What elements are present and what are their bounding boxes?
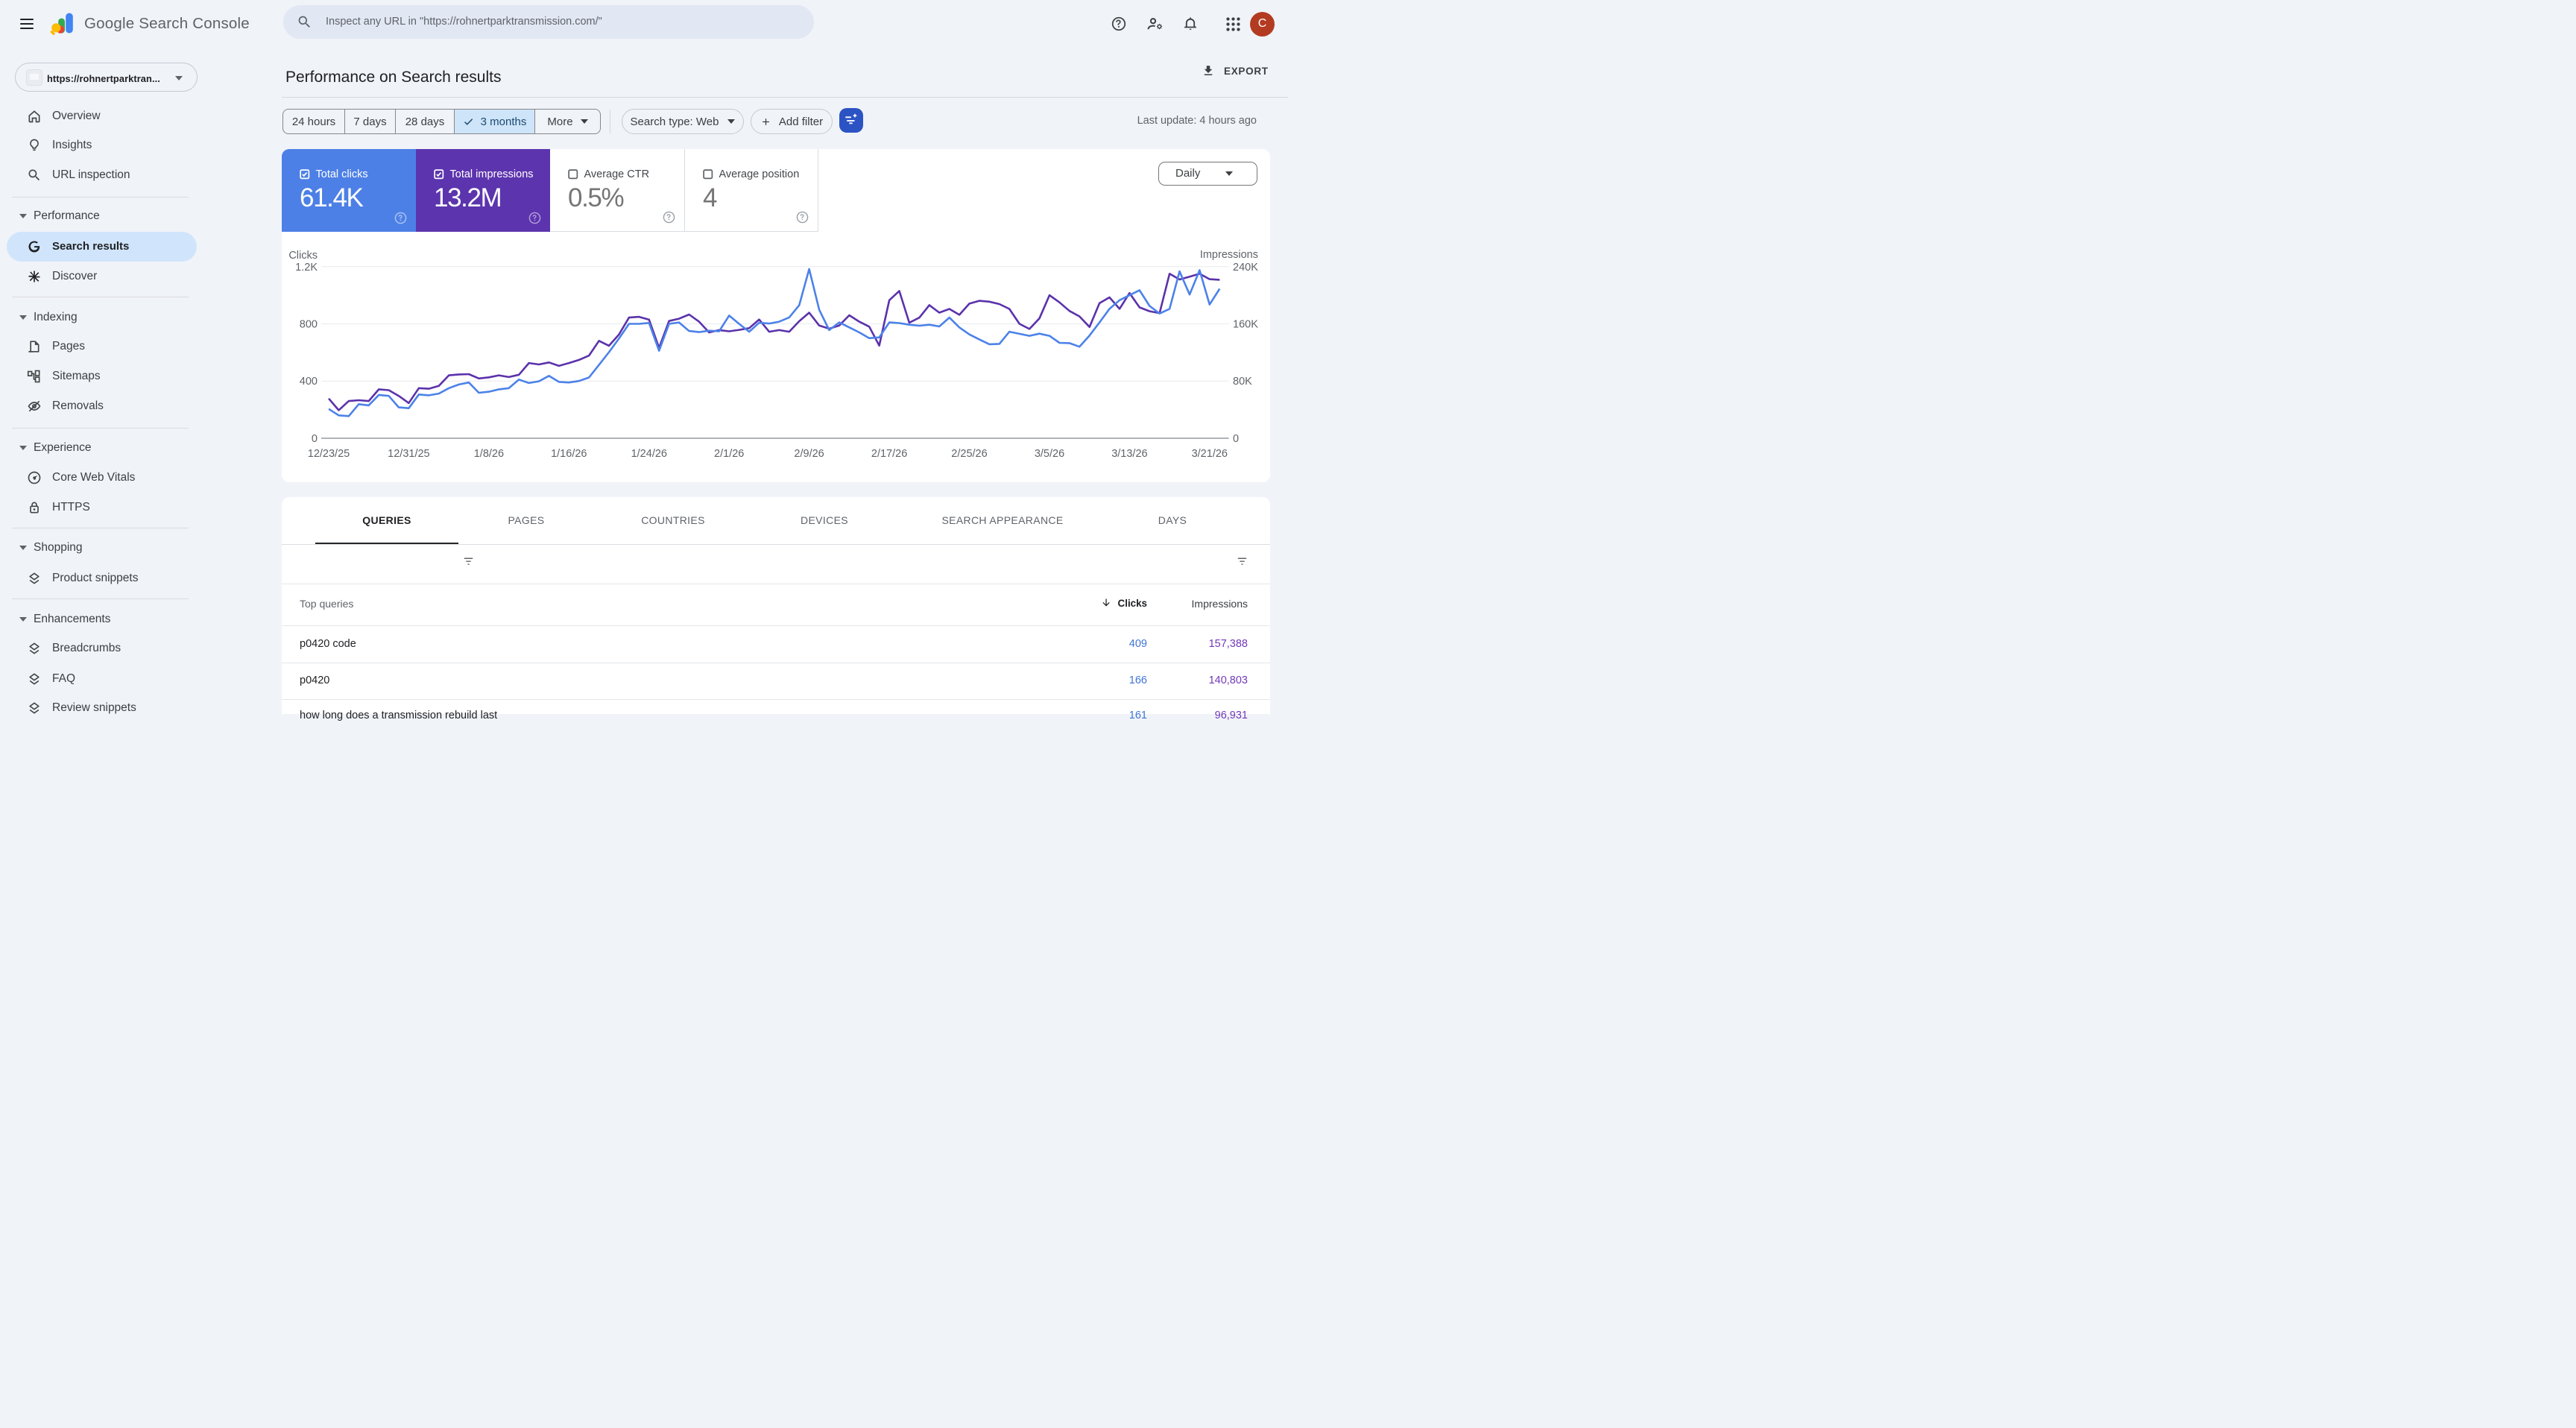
svg-text:80K: 80K	[1233, 376, 1252, 388]
svg-text:12/23/25: 12/23/25	[308, 448, 350, 460]
svg-text:1/24/26: 1/24/26	[631, 448, 667, 460]
svg-text:800: 800	[300, 319, 318, 331]
svg-text:1/8/26: 1/8/26	[474, 448, 504, 460]
svg-text:2/1/26: 2/1/26	[714, 448, 744, 460]
svg-text:2/9/26: 2/9/26	[794, 448, 824, 460]
svg-text:0: 0	[1233, 433, 1239, 445]
svg-text:Clicks: Clicks	[288, 250, 318, 262]
svg-text:0: 0	[312, 433, 318, 445]
svg-text:1.2K: 1.2K	[295, 262, 318, 274]
svg-text:3/13/26: 3/13/26	[1111, 448, 1147, 460]
svg-text:400: 400	[300, 376, 318, 388]
svg-text:2/17/26: 2/17/26	[871, 448, 907, 460]
svg-text:2/25/26: 2/25/26	[951, 448, 987, 460]
svg-text:3/5/26: 3/5/26	[1035, 448, 1064, 460]
svg-text:3/21/26: 3/21/26	[1192, 448, 1228, 460]
svg-text:Impressions: Impressions	[1200, 249, 1258, 261]
svg-text:240K: 240K	[1233, 262, 1258, 274]
svg-text:160K: 160K	[1233, 319, 1258, 331]
svg-text:1/16/26: 1/16/26	[551, 448, 587, 460]
svg-text:12/31/25: 12/31/25	[388, 448, 429, 460]
